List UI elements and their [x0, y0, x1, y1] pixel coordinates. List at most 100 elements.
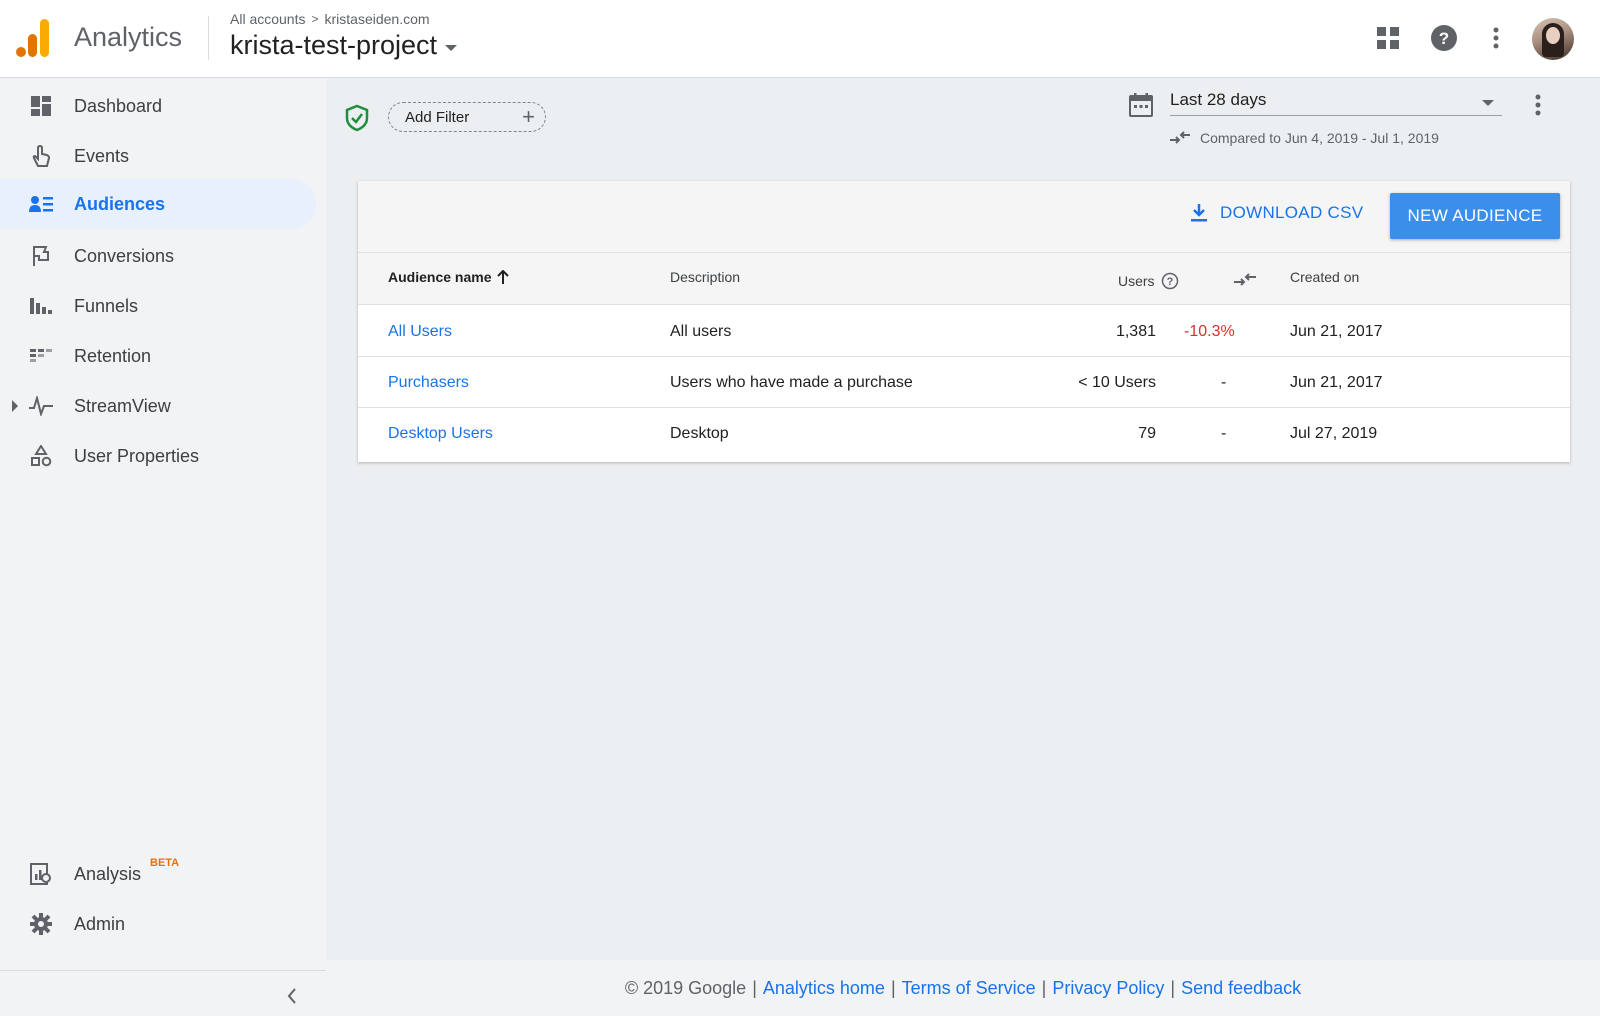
analysis-icon: [29, 862, 53, 886]
analytics-logo-icon: [16, 19, 49, 57]
svg-text:?: ?: [1439, 29, 1449, 48]
table-row: Purchasers Users who have made a purchas…: [358, 357, 1570, 408]
sidebar: Dashboard Events Audiences Conversions F…: [0, 79, 326, 1016]
audience-icon: [29, 192, 53, 216]
audience-created: Jul 27, 2019: [1290, 425, 1378, 442]
audience-name-link[interactable]: Desktop Users: [388, 425, 493, 443]
compare-arrows-icon: [1170, 131, 1190, 144]
property-selector[interactable]: krista-test-project: [230, 30, 458, 61]
help-outline-icon[interactable]: ?: [1161, 272, 1179, 290]
comparison-text: Compared to Jun 4, 2019 - Jul 1, 2019: [1200, 130, 1439, 146]
sidebar-item-audiences[interactable]: Audiences: [0, 179, 316, 229]
date-range-value: Last 28 days: [1170, 90, 1267, 109]
sidebar-item-label: Admin: [74, 913, 126, 934]
audience-change: -10.3%: [1184, 323, 1235, 340]
property-name: krista-test-project: [230, 30, 438, 60]
sidebar-item-user-properties[interactable]: User Properties: [0, 431, 316, 481]
audience-users: 79: [1138, 425, 1156, 442]
sidebar-item-funnels[interactable]: Funnels: [0, 281, 316, 331]
sidebar-item-label: Analysis: [74, 863, 142, 884]
sidebar-item-dashboard[interactable]: Dashboard: [0, 81, 316, 131]
beta-badge: BETA: [150, 857, 180, 869]
column-header-users[interactable]: Users ?: [1118, 272, 1179, 290]
help-icon[interactable]: ?: [1428, 22, 1460, 54]
download-csv-button[interactable]: DOWNLOAD CSV: [1190, 203, 1363, 223]
sidebar-item-label: User Properties: [74, 445, 200, 466]
sidebar-item-label: Audiences: [74, 193, 166, 214]
funnel-bars-icon: [29, 294, 53, 318]
audience-change: -: [1221, 425, 1227, 442]
page-footer: © 2019 Google | Analytics home | Terms o…: [326, 960, 1600, 1016]
audience-users: < 10 Users: [1078, 374, 1156, 391]
footer-link-analytics-home[interactable]: Analytics home: [763, 978, 885, 999]
sidebar-item-conversions[interactable]: Conversions: [0, 231, 316, 281]
download-icon: [1191, 204, 1207, 222]
breadcrumb-account[interactable]: kristaseiden.com: [325, 11, 430, 27]
footer-link-privacy[interactable]: Privacy Policy: [1052, 978, 1164, 999]
audience-description: All users: [670, 323, 732, 340]
footer-separator: |: [1041, 977, 1047, 998]
sidebar-item-analysis[interactable]: Analysis BETA: [0, 849, 316, 899]
footer-link-feedback[interactable]: Send feedback: [1181, 978, 1301, 999]
sidebar-item-admin[interactable]: Admin: [0, 899, 316, 949]
comparison-range: Compared to Jun 4, 2019 - Jul 1, 2019: [1170, 130, 1439, 146]
app-title: Analytics: [74, 22, 183, 52]
audience-users: 1,381: [1115, 323, 1156, 340]
audience-name-link[interactable]: All Users: [388, 323, 452, 341]
breadcrumb-root[interactable]: All accounts: [230, 11, 305, 27]
sidebar-item-events[interactable]: Events: [0, 131, 316, 181]
sidebar-item-label: Retention: [74, 345, 152, 366]
date-range-select[interactable]: Last 28 days: [1170, 88, 1502, 116]
pulse-icon: [29, 394, 53, 418]
footer-separator: |: [890, 977, 896, 998]
sidebar-item-label: Events: [74, 145, 130, 166]
column-header-name-label: Audience name: [388, 269, 492, 285]
sidebar-item-streamview[interactable]: StreamView: [0, 381, 316, 431]
more-vert-icon[interactable]: [1528, 90, 1548, 120]
breadcrumb[interactable]: All accounts > kristaseiden.com: [230, 11, 430, 27]
sidebar-item-retention[interactable]: Retention: [0, 331, 316, 381]
sidebar-divider: [0, 970, 326, 971]
footer-link-terms[interactable]: Terms of Service: [902, 978, 1036, 999]
breadcrumb-separator: >: [311, 12, 319, 26]
copyright: © 2019 Google: [624, 977, 747, 998]
sidebar-item-label: StreamView: [74, 395, 171, 416]
table-header: Audience name Description Users ? Create…: [358, 253, 1570, 305]
gear-icon: [29, 912, 53, 936]
audience-change: -: [1221, 374, 1227, 391]
expand-arrow-icon[interactable]: [11, 400, 19, 412]
plus-icon: +: [522, 104, 535, 129]
add-filter-label: Add Filter: [405, 108, 470, 126]
column-header-users-label: Users: [1118, 273, 1155, 289]
audience-description: Desktop: [670, 425, 729, 442]
more-vert-icon[interactable]: [1480, 22, 1512, 54]
compare-arrows-icon: [1234, 273, 1256, 286]
sidebar-item-label: Dashboard: [74, 95, 163, 116]
apps-grid-icon[interactable]: [1372, 22, 1404, 54]
audience-created: Jun 21, 2017: [1290, 323, 1383, 340]
shapes-icon: [29, 444, 53, 468]
chevron-down-icon: [445, 44, 458, 51]
sidebar-item-label: Funnels: [74, 295, 139, 316]
add-filter-button[interactable]: Add Filter +: [388, 102, 546, 132]
flag-icon: [29, 244, 53, 268]
top-app-bar: Analytics All accounts > kristaseiden.co…: [0, 0, 1600, 78]
touch-icon: [29, 144, 53, 168]
calendar-icon[interactable]: [1128, 92, 1154, 118]
table-row: All Users All users 1,381 -10.3% Jun 21,…: [358, 306, 1570, 357]
audience-description: Users who have made a purchase: [670, 374, 913, 391]
audience-created: Jun 21, 2017: [1290, 374, 1383, 391]
shield-check-icon: [345, 104, 369, 132]
collapse-sidebar-icon[interactable]: [280, 984, 304, 1008]
audience-name-link[interactable]: Purchasers: [388, 374, 469, 392]
table-toolbar: DOWNLOAD CSV NEW AUDIENCE: [358, 181, 1570, 253]
new-audience-button[interactable]: NEW AUDIENCE: [1390, 193, 1560, 239]
column-header-created: Created on: [1290, 269, 1360, 285]
column-header-name[interactable]: Audience name: [388, 269, 510, 285]
retention-icon: [29, 344, 53, 368]
table-row: Desktop Users Desktop 79 - Jul 27, 2019: [358, 408, 1570, 459]
audiences-table-card: DOWNLOAD CSV NEW AUDIENCE Audience name …: [358, 181, 1570, 462]
footer-separator: |: [1170, 977, 1176, 998]
dashboard-icon: [29, 94, 53, 118]
avatar[interactable]: [1532, 18, 1574, 60]
